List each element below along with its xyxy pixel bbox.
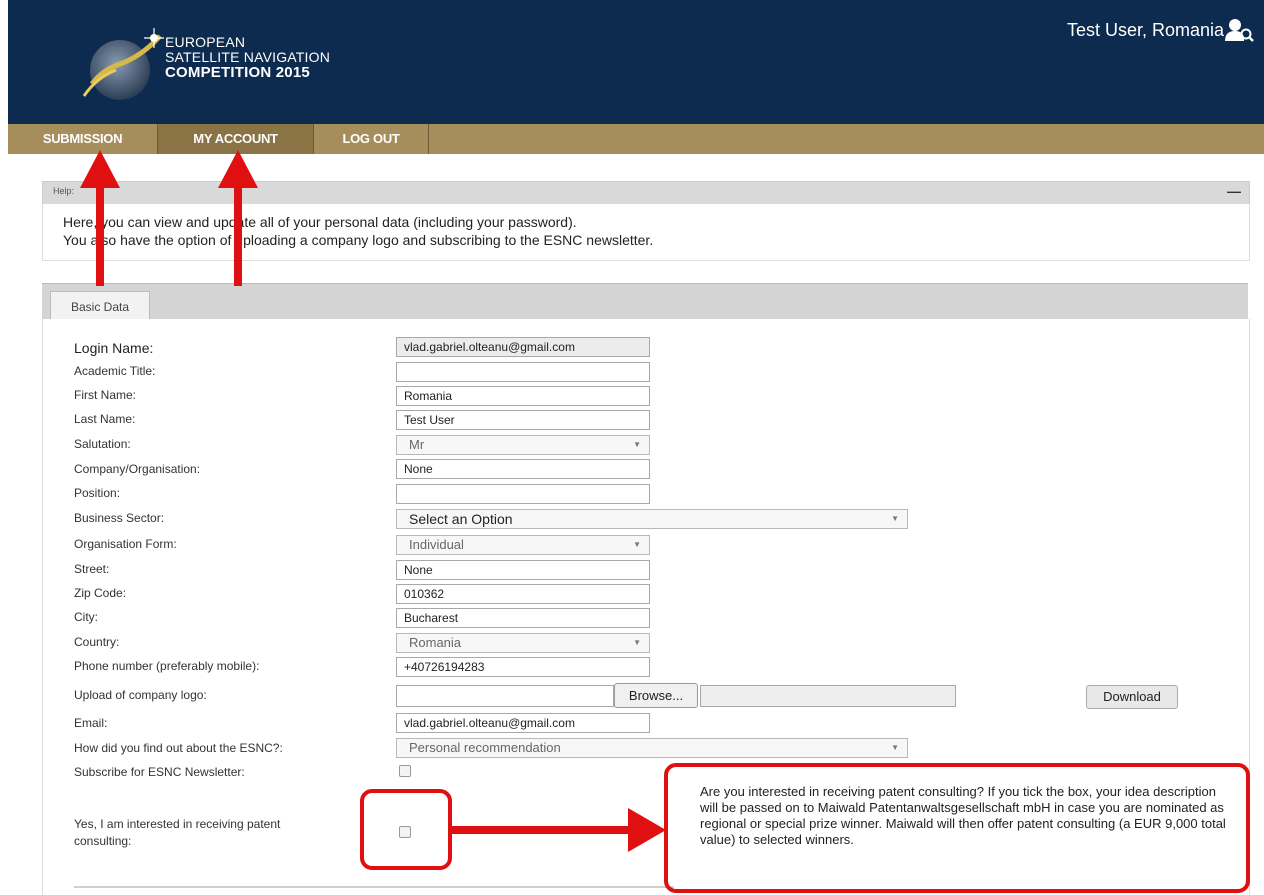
arrow-right-icon	[452, 808, 666, 852]
left-edge	[0, 0, 8, 895]
arrow-up-icon	[80, 150, 120, 286]
annotation-arrows	[80, 150, 666, 852]
app-frame: EUROPEAN SATELLITE NAVIGATION COMPETITIO…	[8, 0, 1264, 895]
arrow-up-icon	[218, 150, 258, 286]
page: EUROPEAN SATELLITE NAVIGATION COMPETITIO…	[0, 0, 1264, 895]
